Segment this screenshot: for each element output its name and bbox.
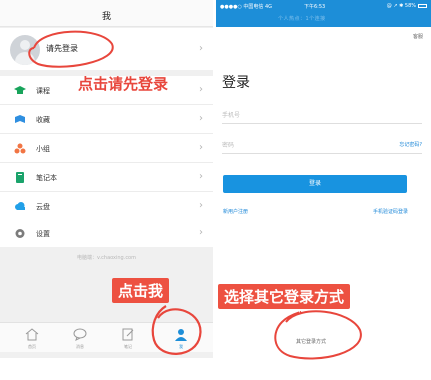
- message-icon: [73, 328, 87, 341]
- battery-icon: [418, 3, 427, 8]
- register-link[interactable]: 新用户注册: [223, 208, 248, 215]
- hotspot-status-text: 个人热点：1个连接: [278, 16, 326, 22]
- annotation-click-me: 点击我: [112, 278, 170, 303]
- chevron-right-icon: ›: [199, 171, 203, 182]
- menu-item-label: 课程: [36, 87, 50, 95]
- tab-messages[interactable]: 消息: [68, 326, 92, 352]
- status-bar: ●●●●○ 中国电信 4G 下午6:53 @ ↗ ✱ 58% 个人热点：1个连接: [216, 0, 431, 27]
- chevron-right-icon: ›: [199, 113, 203, 124]
- tab-label: 我: [179, 344, 183, 349]
- settings-label: 设置: [36, 230, 50, 238]
- carrier-signal-text: ●●●●○ 中国电信 4G: [220, 4, 273, 10]
- bottom-tab-bar: 首页 消息 笔记 我: [0, 322, 213, 352]
- bookmark-icon: [15, 115, 25, 123]
- group-icon: [14, 143, 26, 154]
- person-icon: [175, 329, 187, 341]
- menu-item-group[interactable]: 小组 ›: [0, 134, 213, 163]
- chevron-right-icon: ›: [199, 227, 203, 238]
- header-bar: 我: [0, 0, 213, 27]
- login-title: 登录: [222, 75, 250, 91]
- avatar: [10, 35, 40, 65]
- chevron-right-icon: ›: [199, 84, 203, 95]
- phone-field[interactable]: 手机号: [222, 104, 422, 124]
- annotation-choose-other: 选择其它登录方式: [218, 284, 351, 309]
- gear-icon: [15, 229, 25, 238]
- cloud-icon: [15, 202, 25, 210]
- menu-item-label: 云盘: [36, 203, 50, 211]
- tab-home[interactable]: 首页: [20, 326, 44, 352]
- tab-me[interactable]: 我: [169, 326, 193, 352]
- note-icon: [122, 328, 134, 341]
- notebook-icon: [16, 172, 24, 183]
- phone-placeholder: 手机号: [222, 112, 241, 119]
- menu-item-settings[interactable]: 设置 ›: [0, 220, 213, 247]
- forgot-password-link[interactable]: 忘记密码?: [399, 141, 422, 148]
- menu-item-label: 小组: [36, 145, 50, 153]
- status-indicators: @ ↗ ✱ 58%: [387, 3, 427, 9]
- menu-item-notebook[interactable]: 笔记本 ›: [0, 163, 213, 192]
- menu-item-label: 笔记本: [36, 174, 57, 182]
- menu-item-cloud[interactable]: 云盘 ›: [0, 192, 213, 221]
- password-field[interactable]: 密码 忘记密码?: [222, 134, 422, 154]
- home-icon: [25, 328, 39, 341]
- customer-service-link[interactable]: 客服: [413, 33, 423, 40]
- login-button[interactable]: 登录: [223, 175, 407, 193]
- tab-notes[interactable]: 笔记: [116, 326, 140, 352]
- login-prompt-label[interactable]: 请先登录: [46, 43, 78, 54]
- battery-percent: @ ↗ ✱ 58%: [386, 3, 416, 9]
- chevron-right-icon: ›: [199, 142, 203, 153]
- login-profile-row[interactable]: 请先登录 ›: [0, 28, 213, 70]
- menu-item-favorites[interactable]: 收藏 ›: [0, 105, 213, 134]
- tab-label: 首页: [28, 344, 36, 349]
- menu-list: 课程 › 收藏 › 小组 › 笔记本 › 云盘 ›: [0, 76, 213, 221]
- chevron-right-icon: ›: [199, 43, 203, 54]
- password-placeholder: 密码: [222, 142, 235, 149]
- graduation-cap-icon: [14, 86, 26, 94]
- my-profile-screen: 我 请先登录 › 课程 › 收藏 › 小组 › 笔记本 › 云盘 › 设置 › …: [0, 0, 213, 358]
- sms-login-link[interactable]: 手机验证码登录: [373, 208, 408, 215]
- chevron-right-icon: ›: [199, 200, 203, 211]
- tab-label: 笔记: [124, 344, 132, 349]
- other-login-methods-link[interactable]: 其它登录方式: [296, 338, 326, 345]
- menu-item-label: 收藏: [36, 116, 50, 124]
- annotation-click-login: 点击请先登录: [78, 75, 169, 93]
- desktop-url-text: 电脑端：v.chaoxing.com: [76, 255, 136, 261]
- status-time: 下午6:53: [304, 4, 326, 10]
- tab-label: 消息: [76, 344, 84, 349]
- page-title: 我: [101, 12, 111, 22]
